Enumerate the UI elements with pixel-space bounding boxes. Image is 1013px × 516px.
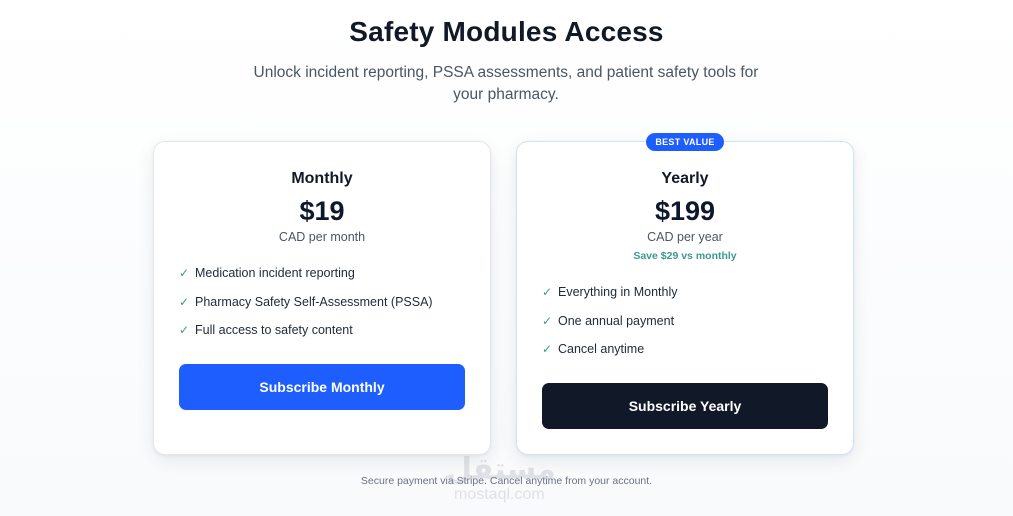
- plan-price: $199: [654, 196, 716, 226]
- feature-label: Full access to safety content: [195, 323, 353, 337]
- feature-list: ✓ Everything in Monthly ✓ One annual pay…: [542, 285, 678, 371]
- plan-name: Monthly: [291, 170, 353, 187]
- feature-list: ✓ Medication incident reporting ✓ Pharma…: [179, 266, 433, 352]
- feature-label: Everything in Monthly: [558, 285, 678, 299]
- feature-label: Cancel anytime: [558, 342, 645, 356]
- check-icon: ✓: [179, 323, 190, 337]
- plan-period: CAD per month: [278, 230, 366, 244]
- check-icon: ✓: [542, 285, 553, 299]
- footer-note: Secure payment via Stripe. Cancel anytim…: [360, 475, 653, 487]
- feature-item: ✓ Cancel anytime: [542, 342, 678, 371]
- plan-name: Yearly: [661, 170, 709, 187]
- subscribe-yearly-button[interactable]: Subscribe Yearly: [542, 383, 828, 429]
- page-subtitle: Unlock incident reporting, PSSA assessme…: [253, 64, 759, 103]
- check-icon: ✓: [179, 294, 190, 309]
- plan-period: CAD per year: [647, 230, 723, 244]
- feature-item: ✓ One annual payment: [542, 314, 678, 343]
- watermark-latin: mostaql.com: [454, 486, 545, 503]
- savings-note: Save $29 vs monthly: [633, 250, 737, 262]
- page-title: Safety Modules Access: [349, 16, 664, 47]
- feature-item: ✓ Pharmacy Safety Self-Assessment (PSSA): [179, 295, 433, 324]
- feature-label: One annual payment: [558, 313, 675, 328]
- check-icon: ✓: [542, 342, 553, 356]
- check-icon: ✓: [179, 266, 190, 280]
- feature-item: ✓ Full access to safety content: [179, 323, 433, 352]
- subscribe-monthly-button[interactable]: Subscribe Monthly: [179, 364, 465, 410]
- plan-card-yearly: BEST VALUE Yearly $199 CAD per year Save…: [516, 133, 854, 455]
- plan-price: $19: [299, 196, 345, 226]
- check-icon: ✓: [542, 313, 553, 328]
- feature-item: ✓ Everything in Monthly: [542, 285, 678, 314]
- plan-card-monthly: Monthly $19 CAD per month ✓ Medication i…: [153, 141, 491, 455]
- feature-label: Medication incident reporting: [195, 266, 355, 280]
- feature-item: ✓ Medication incident reporting: [179, 266, 433, 295]
- feature-label: Pharmacy Safety Self-Assessment (PSSA): [195, 294, 433, 309]
- best-value-badge: BEST VALUE: [646, 133, 724, 151]
